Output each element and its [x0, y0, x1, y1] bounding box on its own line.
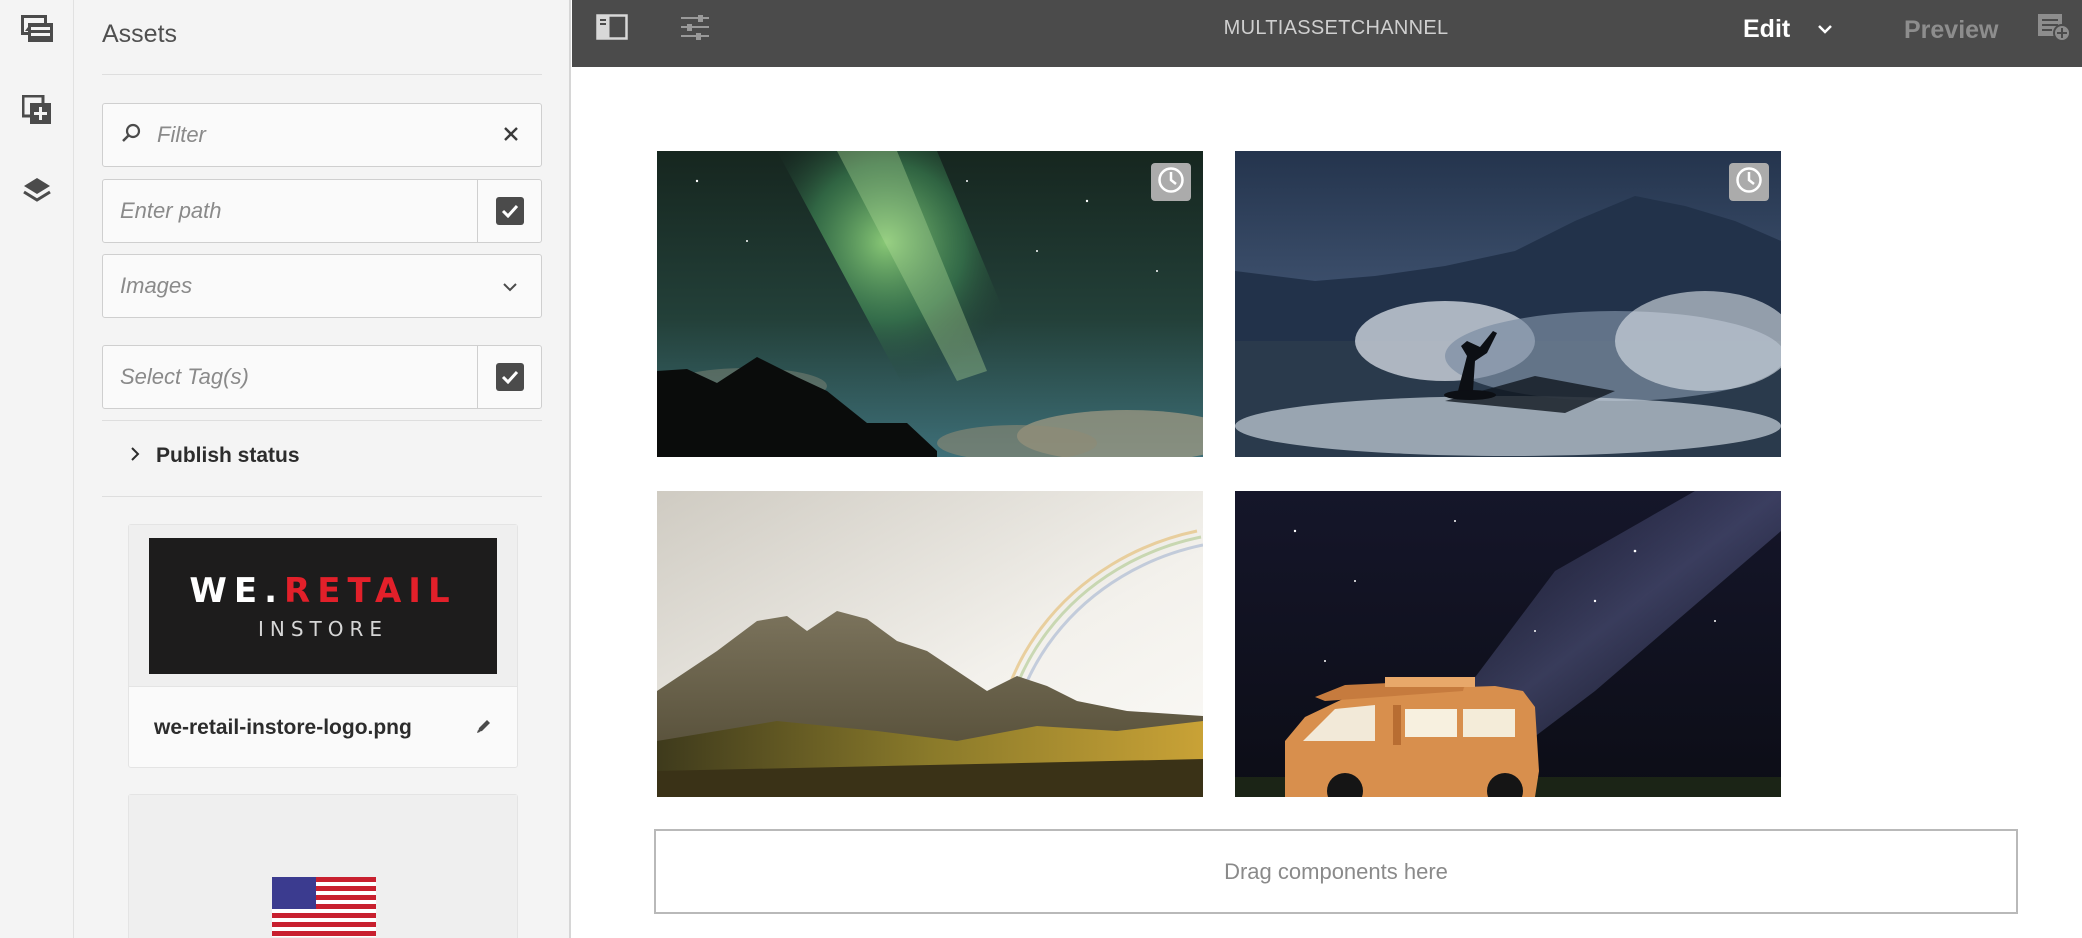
divider	[102, 496, 542, 497]
chevron-down-icon	[503, 279, 517, 297]
scheduled-badge	[1151, 163, 1191, 201]
search-icon	[121, 123, 141, 148]
clock-icon	[1157, 166, 1185, 199]
aurora-image	[657, 151, 1203, 457]
drop-zone-label: Drag components here	[1224, 858, 1448, 884]
asset-card[interactable]	[128, 794, 518, 938]
panel-title: Assets	[102, 20, 178, 48]
page-canvas: Drag components here	[572, 67, 2082, 938]
image-tile[interactable]	[657, 491, 1203, 797]
image-tile[interactable]	[1235, 491, 1781, 797]
surfer-image	[1235, 151, 1781, 457]
edit-pencil-icon[interactable]	[475, 717, 493, 740]
path-field[interactable]: Enter path	[102, 179, 542, 243]
side-rail	[0, 0, 74, 938]
we-retail-logo: WE.RETAIL INSTORE	[149, 537, 497, 674]
layers-icon	[22, 176, 52, 211]
divider	[102, 74, 542, 75]
add-annotation-icon	[2037, 12, 2071, 47]
checkmark-icon	[495, 197, 524, 225]
page-title: MULTIASSETCHANNEL	[1223, 17, 1449, 39]
chevron-down-icon	[1817, 12, 1833, 41]
mode-label: Edit	[1743, 15, 1791, 43]
asset-card[interactable]: WE.RETAIL INSTORE we-retail-instore-logo…	[128, 524, 518, 768]
tags-input[interactable]: Select Tag(s)	[120, 364, 249, 390]
divider	[102, 420, 542, 421]
image-tile[interactable]	[657, 151, 1203, 457]
add-component-icon	[21, 94, 52, 130]
asset-thumbnail: WE.RETAIL INSTORE	[129, 525, 517, 687]
scheduled-badge	[1729, 163, 1769, 201]
annotations-button[interactable]	[2034, 0, 2074, 58]
tags-picker-button[interactable]	[477, 346, 541, 408]
clear-icon[interactable]	[503, 126, 519, 147]
chevron-right-icon	[130, 446, 140, 467]
van-night-image	[1235, 491, 1781, 797]
filter-field[interactable]: Filter	[102, 103, 542, 167]
channel-assets-icon	[20, 13, 54, 48]
clock-icon	[1735, 166, 1763, 199]
asset-type-select[interactable]: Images	[102, 254, 542, 318]
path-browse-button[interactable]	[477, 180, 541, 242]
drop-zone[interactable]: Drag components here	[654, 829, 2018, 914]
channel-assets-button[interactable]	[0, 0, 74, 60]
tags-field[interactable]: Select Tag(s)	[102, 345, 542, 409]
mode-selector[interactable]: Edit	[1743, 15, 1833, 45]
mountains-rainbow-image	[657, 491, 1203, 797]
preview-button[interactable]: Preview	[1904, 16, 1999, 45]
path-input[interactable]: Enter path	[120, 198, 222, 224]
publish-status-label: Publish status	[156, 444, 300, 467]
image-tile[interactable]	[1235, 151, 1781, 457]
publish-status-toggle[interactable]: Publish status	[130, 444, 300, 468]
asset-thumbnail	[129, 795, 517, 938]
assets-panel: Assets Filter Enter path Images Select T…	[74, 0, 571, 938]
checkmark-icon	[495, 363, 524, 391]
asset-type-value: Images	[120, 273, 193, 298]
layers-button[interactable]	[0, 163, 74, 223]
filter-input[interactable]: Filter	[157, 122, 206, 148]
asset-name: we-retail-instore-logo.png	[154, 716, 412, 739]
add-component-button[interactable]	[0, 82, 74, 142]
us-flag-image	[272, 877, 376, 937]
editor-toolbar: MULTIASSETCHANNEL Edit Preview	[572, 0, 2082, 67]
